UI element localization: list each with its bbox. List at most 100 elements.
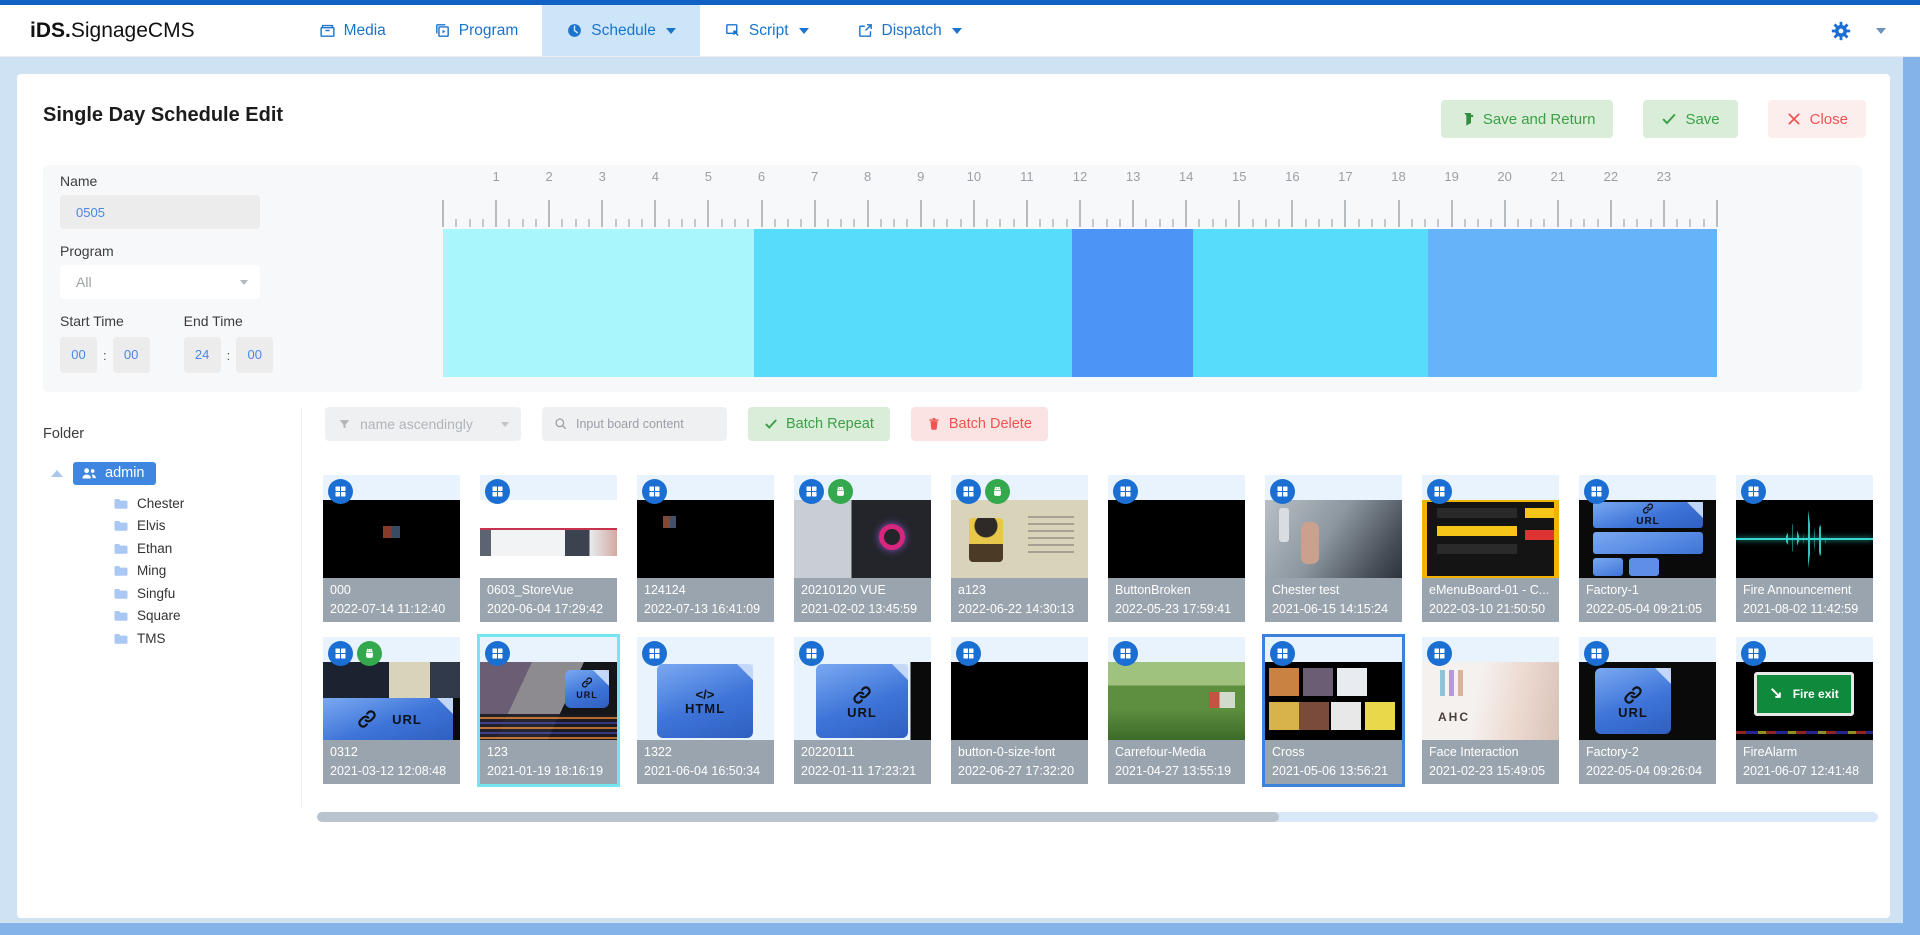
- media-card[interactable]: 0603_StoreVue 2020-06-04 17:29:42: [480, 475, 617, 622]
- end-hour-input[interactable]: 24: [184, 337, 221, 373]
- schedule-block[interactable]: [443, 229, 754, 377]
- media-card[interactable]: 124124 2022-07-13 16:41:09: [637, 475, 774, 622]
- name-input[interactable]: [60, 195, 260, 229]
- folder-name: Square: [137, 608, 181, 623]
- schedule-block[interactable]: [1193, 229, 1428, 377]
- grid-horizontal-scrollbar[interactable]: [317, 812, 1878, 822]
- media-card[interactable]: URL 123 2021-01-19 18:16:19: [480, 637, 617, 784]
- ruler-tick: [1716, 200, 1718, 227]
- media-card[interactable]: URL Factory-1 2022-05-04 09:21:05: [1579, 475, 1716, 622]
- folder-item-square[interactable]: Square: [113, 605, 301, 628]
- schedule-block[interactable]: [754, 229, 1072, 377]
- windows-icon: [490, 484, 505, 499]
- ruler-tick: [1106, 219, 1108, 227]
- close-button[interactable]: Close: [1768, 100, 1866, 138]
- hour-label: 21: [1551, 169, 1565, 184]
- search-input[interactable]: [576, 417, 711, 431]
- page-title: Single Day Schedule Edit: [43, 104, 283, 127]
- nav-item-dispatch[interactable]: Dispatch: [833, 5, 986, 56]
- user-menu-caret[interactable]: [1876, 28, 1886, 34]
- ruler-tick: [694, 219, 696, 227]
- file-glyph: ↘: [1769, 687, 1782, 701]
- media-caption: ButtonBroken 2022-05-23 17:59:41: [1108, 578, 1245, 622]
- folder-item-ethan[interactable]: Ethan: [113, 537, 301, 560]
- windows-icon: [1432, 484, 1447, 499]
- media-card[interactable]: Carrefour-Media 2021-04-27 13:55:19: [1108, 637, 1245, 784]
- program-select[interactable]: All: [60, 265, 260, 299]
- ruler-tick: [522, 219, 524, 227]
- nav-item-script[interactable]: Script: [700, 5, 833, 56]
- gear-icon[interactable]: [1830, 20, 1852, 42]
- end-minute-input[interactable]: 00: [236, 337, 273, 373]
- platform-badges: [1584, 641, 1609, 666]
- ruler-tick: [1225, 219, 1227, 227]
- media-card[interactable]: URL 0312 2021-03-12 12:08:48: [323, 637, 460, 784]
- hour-label: 20: [1497, 169, 1511, 184]
- nav-item-media[interactable]: Media: [295, 5, 410, 56]
- folder-item-chester[interactable]: Chester: [113, 492, 301, 515]
- media-card[interactable]: </> HTML 1322 2021-06-04 16:50:34: [637, 637, 774, 784]
- ruler-tick: [707, 200, 709, 227]
- media-card[interactable]: AHC Face Interaction 2021-02-23 15:49:05: [1422, 637, 1559, 784]
- timeline-ruler: [443, 195, 1717, 228]
- windows-icon: [1275, 484, 1290, 499]
- media-card[interactable]: 000 2022-07-14 11:12:40: [323, 475, 460, 622]
- timeline-blocks[interactable]: [443, 229, 1717, 377]
- media-thumbnail: [323, 500, 460, 578]
- nav-item-schedule[interactable]: Schedule: [542, 5, 700, 56]
- save-and-return-button[interactable]: Save and Return: [1441, 100, 1614, 138]
- schedule-block[interactable]: [1072, 229, 1193, 377]
- windows-icon: [333, 484, 348, 499]
- media-thumbnail: [1422, 500, 1559, 578]
- media-name: button-0-size-font: [958, 743, 1081, 762]
- media-card[interactable]: URL 20220111 2022-01-11 17:23:21: [794, 637, 931, 784]
- ruler-tick: [1039, 219, 1041, 227]
- nav-item-program[interactable]: Program: [410, 5, 542, 56]
- media-name: Face Interaction: [1429, 743, 1552, 762]
- media-thumbnail: URL: [1579, 500, 1716, 578]
- media-caption: Chester test 2021-06-15 14:15:24: [1265, 578, 1402, 622]
- scrollbar-thumb[interactable]: [317, 812, 1279, 822]
- ruler-tick: [548, 200, 550, 227]
- header-buttons: Save and Return Save Close: [1441, 100, 1866, 138]
- folder-item-elvis[interactable]: Elvis: [113, 515, 301, 538]
- start-minute-input[interactable]: 00: [113, 337, 150, 373]
- page-horizontal-scrollbar[interactable]: [0, 923, 1920, 935]
- media-grid: 000 2022-07-14 11:12:40 0603_StoreVue 20…: [323, 475, 1883, 784]
- folder-root-admin[interactable]: admin: [51, 462, 301, 485]
- folder-item-singfu[interactable]: Singfu: [113, 582, 301, 605]
- ruler-tick: [1198, 219, 1200, 227]
- ruler-tick: [628, 219, 630, 227]
- ruler-tick: [1650, 219, 1652, 227]
- day-timeline[interactable]: 1234567891011121314151617181920212223: [443, 165, 1717, 392]
- schedule-block[interactable]: [1428, 229, 1717, 377]
- media-card[interactable]: Chester test 2021-06-15 14:15:24: [1265, 475, 1402, 622]
- media-card[interactable]: 20210120 VUE 2021-02-02 13:45:59: [794, 475, 931, 622]
- sort-select[interactable]: name ascendingly: [325, 407, 521, 441]
- hour-label: 22: [1604, 169, 1618, 184]
- batch-repeat-button[interactable]: Batch Repeat: [748, 407, 890, 441]
- media-card[interactable]: button-0-size-font 2022-06-27 17:32:20: [951, 637, 1088, 784]
- thumbnail-art: [969, 518, 1003, 562]
- check-icon: [1661, 111, 1677, 127]
- media-card[interactable]: ButtonBroken 2022-05-23 17:59:41: [1108, 475, 1245, 622]
- folder-item-ming[interactable]: Ming: [113, 560, 301, 583]
- media-card[interactable]: a123 2022-06-22 14:30:13: [951, 475, 1088, 622]
- tree-expand-caret[interactable]: [51, 470, 63, 477]
- file-glyph: </>: [696, 688, 715, 702]
- folder-icon: [113, 564, 129, 577]
- media-caption: 0312 2021-03-12 12:08:48: [323, 740, 460, 784]
- media-card[interactable]: Fire Announcement 2021-08-02 11:42:59: [1736, 475, 1873, 622]
- folder-item-tms[interactable]: TMS: [113, 627, 301, 650]
- media-card[interactable]: Cross 2021-05-06 13:56:21: [1265, 637, 1402, 784]
- batch-delete-button[interactable]: Batch Delete: [911, 407, 1048, 441]
- media-card[interactable]: eMenuBoard-01 - C... 2022-03-10 21:50:50: [1422, 475, 1559, 622]
- hour-label: 15: [1232, 169, 1246, 184]
- colon: :: [227, 348, 231, 363]
- media-card[interactable]: ↘ Fire exit FireAlarm 2021-06-07 12:41:4…: [1736, 637, 1873, 784]
- page-vertical-scrollbar[interactable]: [1903, 57, 1920, 923]
- start-hour-input[interactable]: 00: [60, 337, 97, 373]
- folder-name: TMS: [137, 631, 166, 646]
- media-card[interactable]: URL Factory-2 2022-05-04 09:26:04: [1579, 637, 1716, 784]
- save-button[interactable]: Save: [1643, 100, 1737, 138]
